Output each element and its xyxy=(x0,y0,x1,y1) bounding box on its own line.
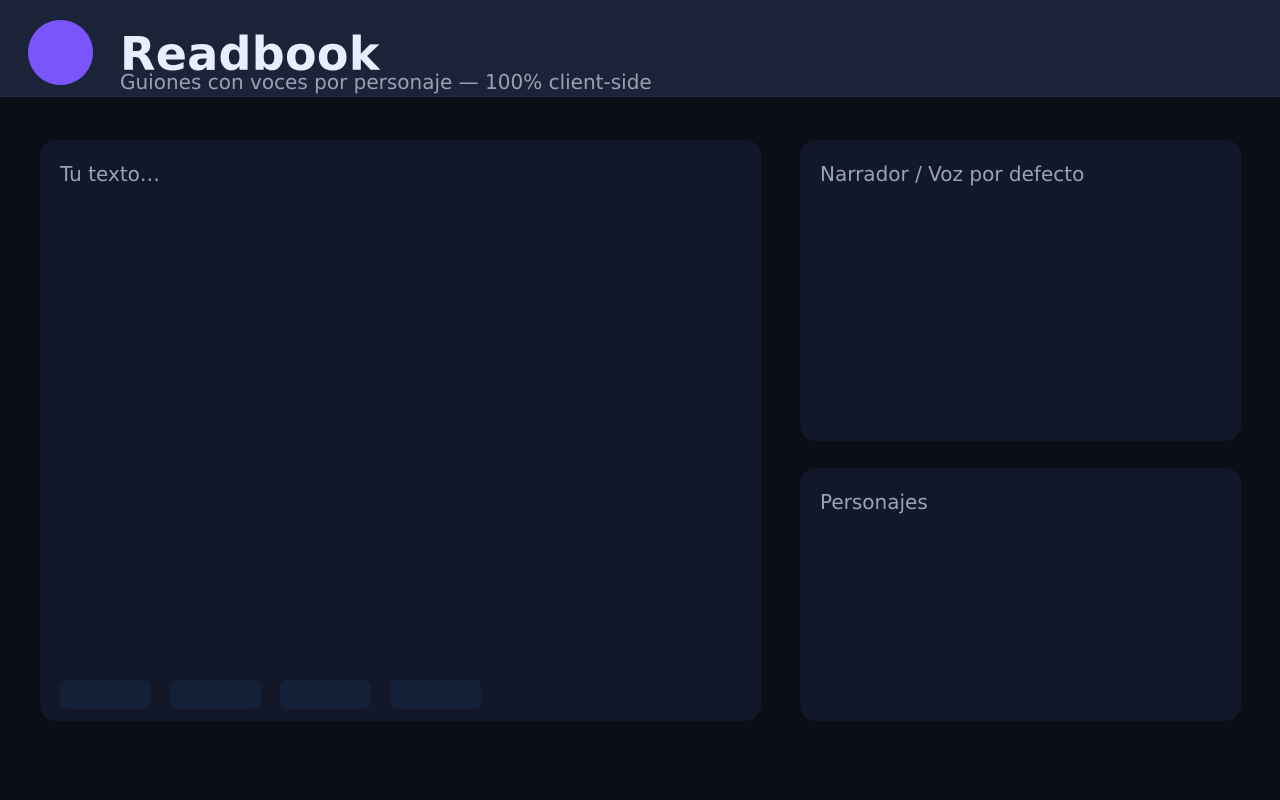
logo-icon xyxy=(28,20,93,85)
narrator-panel: Narrador / Voz por defecto xyxy=(800,140,1241,441)
characters-label: Personajes xyxy=(820,490,928,514)
editor-action-button-4[interactable] xyxy=(390,680,481,709)
editor-action-button-2[interactable] xyxy=(170,680,261,709)
text-editor-placeholder: Tu texto… xyxy=(60,162,160,186)
text-editor-panel[interactable]: Tu texto… xyxy=(40,140,761,721)
narrator-label: Narrador / Voz por defecto xyxy=(820,162,1085,186)
app-subtitle: Guiones con voces por personaje — 100% c… xyxy=(120,70,652,94)
app-header: Readbook Guiones con voces por personaje… xyxy=(0,0,1280,97)
editor-action-button-3[interactable] xyxy=(280,680,371,709)
editor-action-button-1[interactable] xyxy=(60,680,151,709)
characters-panel: Personajes xyxy=(800,468,1241,721)
